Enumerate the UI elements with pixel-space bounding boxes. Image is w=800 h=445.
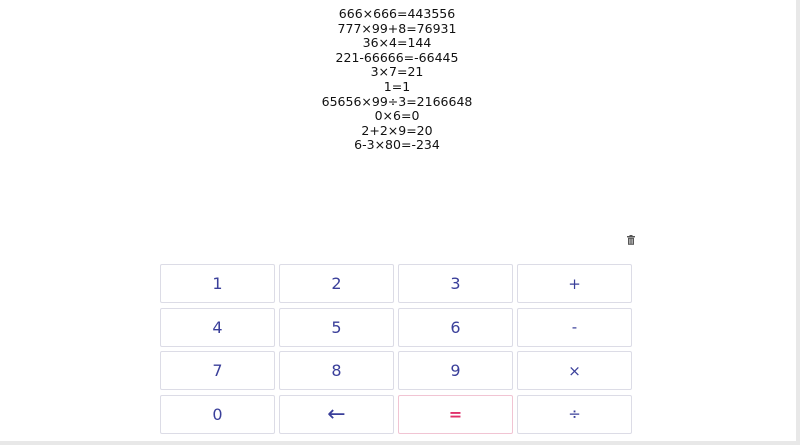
history-line: 221-66666=-66445 bbox=[335, 49, 459, 65]
key-7-button[interactable]: 7 bbox=[160, 351, 275, 390]
history-line: 6-3×80=-234 bbox=[354, 137, 440, 153]
history-line: 777×99+8=76931 bbox=[337, 20, 457, 36]
horizontal-scrollbar[interactable] bbox=[0, 441, 800, 445]
backspace-button[interactable]: ← bbox=[279, 394, 394, 434]
key-2-button[interactable]: 2 bbox=[279, 264, 394, 303]
key-9-button[interactable]: 9 bbox=[398, 351, 513, 390]
divide-button[interactable]: ÷ bbox=[517, 394, 632, 434]
history-line: 3×7=21 bbox=[370, 64, 424, 80]
minus-button[interactable]: - bbox=[517, 307, 632, 347]
key-8-button[interactable]: 8 bbox=[279, 351, 394, 390]
history-line: 2+2×9=20 bbox=[361, 122, 433, 138]
history-line: 1=1 bbox=[383, 78, 411, 94]
keypad: 1 2 3 + 4 5 6 - 7 8 9 × 0 ← = ÷ bbox=[160, 264, 632, 434]
history-line: 0×6=0 bbox=[374, 108, 420, 124]
equals-button[interactable]: = bbox=[398, 394, 513, 434]
trash-icon[interactable] bbox=[627, 230, 635, 245]
history-line: 65656×99÷3=2166648 bbox=[321, 93, 473, 109]
vertical-scrollbar[interactable] bbox=[796, 0, 800, 445]
plus-button[interactable]: + bbox=[517, 264, 632, 303]
key-0-button[interactable]: 0 bbox=[160, 394, 275, 434]
calculation-history: 666×666=443556 777×99+8=76931 36×4=144 2… bbox=[0, 6, 794, 153]
key-3-button[interactable]: 3 bbox=[398, 264, 513, 303]
key-5-button[interactable]: 5 bbox=[279, 307, 394, 347]
key-6-button[interactable]: 6 bbox=[398, 307, 513, 347]
history-line: 36×4=144 bbox=[362, 35, 432, 51]
multiply-button[interactable]: × bbox=[517, 351, 632, 390]
history-line: 666×666=443556 bbox=[338, 6, 456, 21]
calculator-page: 666×666=443556 777×99+8=76931 36×4=144 2… bbox=[0, 0, 800, 445]
key-4-button[interactable]: 4 bbox=[160, 307, 275, 347]
key-1-button[interactable]: 1 bbox=[160, 264, 275, 303]
